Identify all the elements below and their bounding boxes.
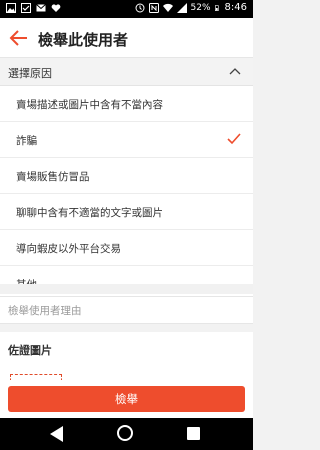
nav-back-icon[interactable] (50, 426, 64, 442)
reason-option-selected[interactable]: 詐騙 (0, 122, 253, 158)
report-reason-input[interactable] (8, 302, 245, 320)
reason-option[interactable]: 聊聊中含有不適當的文字或圖片 (0, 194, 253, 230)
wifi-icon (162, 3, 173, 12)
submit-bar: 檢舉 (0, 380, 253, 418)
reason-section-label: 選擇原因 (8, 67, 52, 80)
evidence-photos-label: 佐證圖片 (8, 344, 52, 357)
nfc-icon (148, 2, 159, 13)
system-icons: 52% 8:46 (135, 2, 247, 13)
system-nav-bar (0, 418, 253, 450)
report-reason-field (0, 296, 253, 324)
battery-percent: 52% (190, 2, 211, 13)
reason-option[interactable]: 導向蝦皮以外平台交易 (0, 230, 253, 266)
status-bar: 52% 8:46 (0, 0, 253, 18)
reason-list: 賣場描述或圖片中含有不當內容 詐騙 賣場販售仿冒品 聊聊中含有不適當的文字或圖片… (0, 86, 253, 302)
reason-option-label: 導向蝦皮以外平台交易 (16, 243, 121, 255)
app-bar: 檢舉此使用者 (0, 18, 253, 58)
battery-icon (214, 4, 219, 11)
page-title: 檢舉此使用者 (38, 31, 129, 49)
heart-icon (51, 4, 61, 12)
reason-section-header[interactable]: 選擇原因 (0, 58, 253, 86)
mail-icon (36, 4, 46, 12)
reason-option[interactable]: 賣場販售仿冒品 (0, 158, 253, 194)
notification-icons (6, 3, 61, 13)
reason-option-label: 賣場描述或圖片中含有不當內容 (16, 99, 163, 111)
arrow-left-icon[interactable] (8, 27, 30, 49)
reason-option-label: 賣場販售仿冒品 (16, 171, 90, 183)
report-submit-button[interactable]: 檢舉 (8, 386, 245, 412)
chevron-up-icon[interactable] (229, 66, 241, 76)
reason-option-label: 聊聊中含有不適當的文字或圖片 (16, 207, 163, 219)
nav-recents-icon[interactable] (187, 427, 200, 440)
clock: 8:46 (224, 2, 247, 13)
nav-home-icon[interactable] (117, 425, 133, 441)
checkbox-icon (21, 3, 31, 13)
reason-option-label: 詐騙 (16, 135, 37, 147)
sync-icon (135, 3, 145, 12)
image-icon (6, 3, 16, 13)
reason-option[interactable]: 賣場描述或圖片中含有不當內容 (0, 86, 253, 122)
checkmark-icon (227, 133, 241, 145)
signal-icon (176, 2, 187, 13)
divider (0, 284, 253, 294)
